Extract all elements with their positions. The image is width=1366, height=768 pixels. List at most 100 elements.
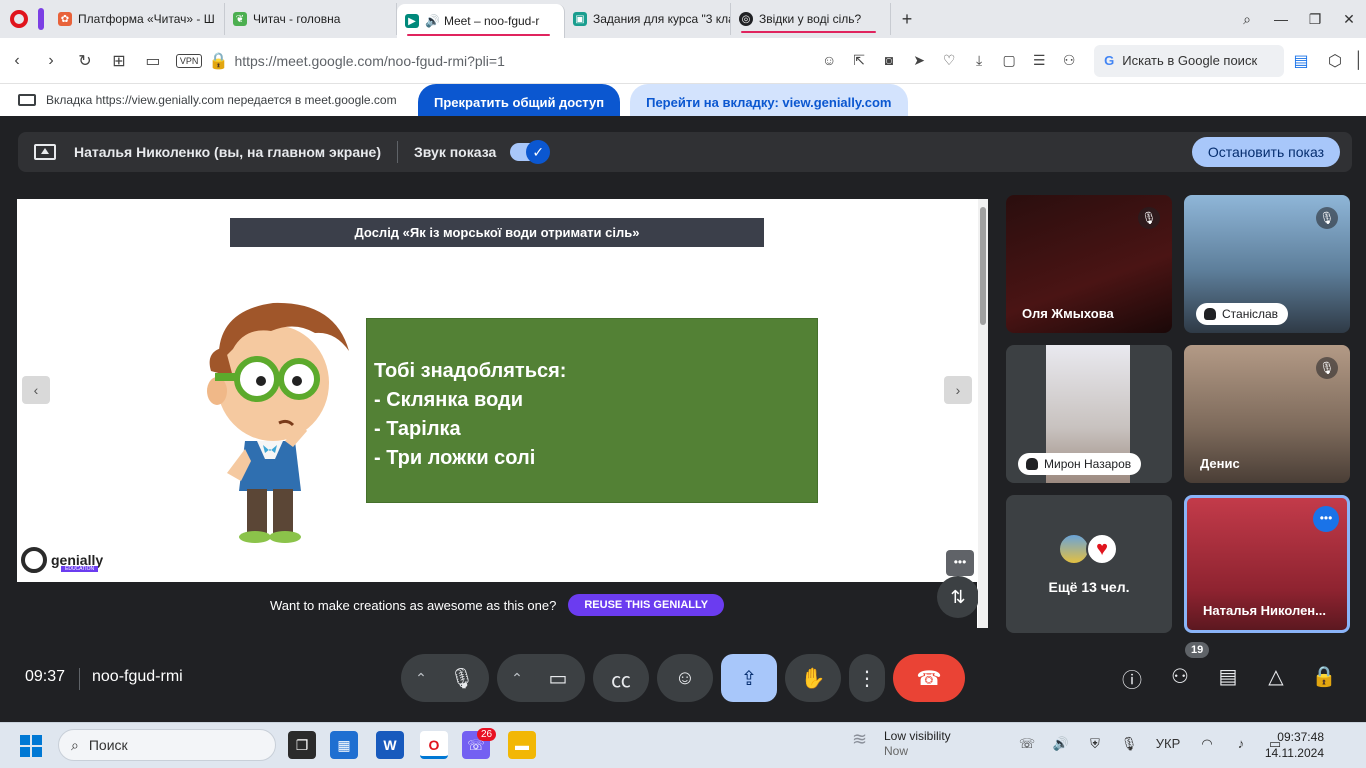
slide-scrollbar[interactable] (978, 199, 988, 628)
leave-call-button[interactable]: ☎ (893, 654, 965, 702)
microphone-button[interactable]: 🎙 (438, 654, 486, 702)
meet-favicon-icon: ▶ (405, 14, 419, 28)
captions-button[interactable]: ㏄ (593, 654, 649, 702)
share-icon[interactable]: ⇱ (844, 52, 874, 69)
search-tabs-icon[interactable]: ⌕ (1230, 11, 1264, 28)
materials-box: Тобі знадобляться: - Склянка води - Тарі… (366, 318, 818, 503)
more-options-button[interactable]: ⋮ (849, 654, 885, 702)
forward-icon[interactable]: › (34, 52, 68, 70)
camera-icon[interactable]: ▭ (136, 51, 170, 71)
participant-tile[interactable]: Мирон Назаров (1006, 345, 1172, 483)
back-icon[interactable]: ‹ (0, 52, 34, 70)
host-controls-icon[interactable]: 🔒 (1300, 664, 1348, 693)
restore-icon[interactable]: ❐ (1298, 11, 1332, 28)
vpn-badge[interactable]: VPN (175, 53, 203, 68)
present-button[interactable]: ⇪ (721, 654, 777, 702)
google-search-box[interactable]: G Искать в Google поиск (1094, 44, 1285, 77)
genially-logo[interactable]: genially EDUCATION (21, 547, 103, 573)
tab-genially[interactable]: ◎ Звідки у воді сіль? (731, 3, 891, 35)
extensions-icon[interactable]: ⬡ (1318, 51, 1352, 71)
participant-tile[interactable]: 🎙 Станіслав (1184, 195, 1350, 333)
swap-view-button[interactable]: ⇅ (937, 576, 979, 618)
download-icon[interactable]: ⤓ (964, 52, 994, 69)
chat-icon[interactable]: ▤ (1204, 664, 1252, 693)
presenter-label: Наталья Николенко (вы, на главном экране… (74, 144, 382, 160)
store-icon[interactable]: ▦ (330, 731, 358, 759)
slide-prev-button[interactable]: ‹ (22, 376, 50, 404)
scrollbar-thumb[interactable] (980, 207, 986, 325)
stop-presenting-button[interactable]: Остановить показ (1191, 137, 1340, 167)
video-settings-chevron-icon[interactable]: ⌃ (500, 670, 534, 687)
speaker-tray-icon[interactable]: ♪ (1224, 736, 1258, 752)
slide-more-button[interactable]: ••• (946, 550, 974, 576)
switch-to-tab-button[interactable]: Перейти на вкладку: view.genially.com (630, 84, 908, 120)
more-participants-tile[interactable]: ♥ Ещё 13 чел. (1006, 495, 1172, 633)
taskbar-search[interactable]: ⌕ Поиск (58, 729, 276, 761)
hand-icon: ✋ (800, 667, 826, 690)
file-explorer-icon[interactable]: ▬ (508, 731, 536, 759)
volume-icon[interactable]: 🔊 (1044, 736, 1078, 752)
search-placeholder: Искать в Google поиск (1122, 53, 1258, 68)
windows-taskbar: ⌕ Поиск ❐ ▦ W O ☏ 26 ▬ ≋ Low visibility … (0, 722, 1366, 768)
opera-logo-icon[interactable] (0, 0, 38, 38)
weather-widget[interactable]: ≋ Low visibility Now (852, 729, 951, 759)
cube-icon[interactable]: ▢ (994, 52, 1024, 69)
raise-hand-button[interactable]: ✋ (785, 654, 841, 702)
activities-icon[interactable]: △ (1252, 664, 1300, 693)
lock-icon[interactable]: 🔒 (208, 51, 228, 71)
task-view-icon[interactable]: ❐ (288, 731, 316, 759)
defender-icon[interactable]: ⛨ (1078, 736, 1112, 752)
tab-platform-chitach[interactable]: ✿ Платформа «Читач» - Ш (50, 3, 225, 35)
sidebar-strip[interactable] (38, 8, 44, 30)
tab-label: Звідки у воді сіль? (759, 12, 862, 26)
tab-chitach-main[interactable]: ❦ Читач - головна (225, 3, 397, 35)
people-icon[interactable]: ⚇ (1156, 664, 1204, 693)
meeting-side-actions: ⓘ ⚇ ▤ △ 🔒 (1108, 664, 1348, 693)
wifi-icon[interactable]: ◠ (1190, 736, 1224, 752)
viber-tray-icon[interactable]: ☏ (1010, 736, 1044, 752)
meeting-info-icon[interactable]: ⓘ (1108, 664, 1156, 693)
menu-divider-icon: │ (1354, 51, 1365, 69)
more-options-icon[interactable]: ••• (1313, 506, 1339, 532)
participant-tile[interactable]: 🎙 Оля Жмыхова (1006, 195, 1172, 333)
easy-setup-icon[interactable]: ☰ (1024, 52, 1054, 69)
participant-avatars: ♥ (1058, 533, 1118, 565)
profile-icon[interactable]: ⚇ (1054, 52, 1084, 69)
url-field[interactable]: https://meet.google.com/noo-fgud-rmi?pli… (234, 53, 814, 69)
reuse-genially-button[interactable]: REUSE THIS GENIALLY (568, 594, 725, 616)
more-vert-icon: ⋮ (857, 667, 877, 690)
snapshot-icon[interactable]: ◙ (874, 52, 904, 69)
word-icon[interactable]: W (376, 731, 404, 759)
language-indicator[interactable]: УКР (1146, 736, 1190, 752)
material-item: - Тарілка (374, 418, 461, 440)
clock[interactable]: 09:37:48 14.11.2024 (1265, 729, 1324, 761)
new-tab-button[interactable]: + (891, 9, 923, 30)
self-view-tile[interactable]: ••• Наталья Николен... (1184, 495, 1350, 633)
start-button[interactable] (20, 735, 42, 757)
slide-next-button[interactable]: › (944, 376, 972, 404)
mic-tray-icon[interactable]: 🎙 (1112, 736, 1146, 752)
mic-off-icon: 🎙 (1138, 207, 1160, 229)
wallet-icon[interactable]: ▤ (1284, 51, 1318, 71)
tab-meet[interactable]: ▶ 🔊 Meet – noo-fgud-r (397, 4, 565, 38)
reactions-button[interactable]: ☺ (657, 654, 713, 702)
camera-button[interactable]: ▭ (534, 654, 582, 702)
reload-icon[interactable]: ↻ (68, 51, 102, 71)
minimize-icon[interactable]: — (1264, 11, 1298, 27)
classroom-favicon-icon: ▣ (573, 12, 587, 26)
tab-zadaniya[interactable]: ▣ Задания для курса "3 кла (565, 3, 731, 35)
emoji-icon[interactable]: ☺ (814, 52, 844, 69)
audio-settings-chevron-icon[interactable]: ⌃ (404, 670, 438, 687)
more-horiz-icon: ••• (953, 555, 967, 569)
speed-dial-icon[interactable]: ⊞ (102, 51, 136, 71)
close-icon[interactable]: ✕ (1332, 11, 1366, 28)
sharing-message: Вкладка https://view.genially.com переда… (18, 93, 418, 107)
stop-sharing-button[interactable]: Прекратить общий доступ (418, 84, 621, 120)
heart-icon[interactable]: ♡ (934, 52, 964, 69)
send-icon[interactable]: ➤ (904, 52, 934, 69)
share-audio-toggle[interactable]: ✓ (510, 140, 551, 164)
raised-hand-icon (1204, 308, 1216, 320)
opera-taskbar-icon[interactable]: O (420, 731, 448, 759)
participant-tile[interactable]: 🎙 Денис (1184, 345, 1350, 483)
tab-label: Читач - головна (253, 12, 341, 26)
